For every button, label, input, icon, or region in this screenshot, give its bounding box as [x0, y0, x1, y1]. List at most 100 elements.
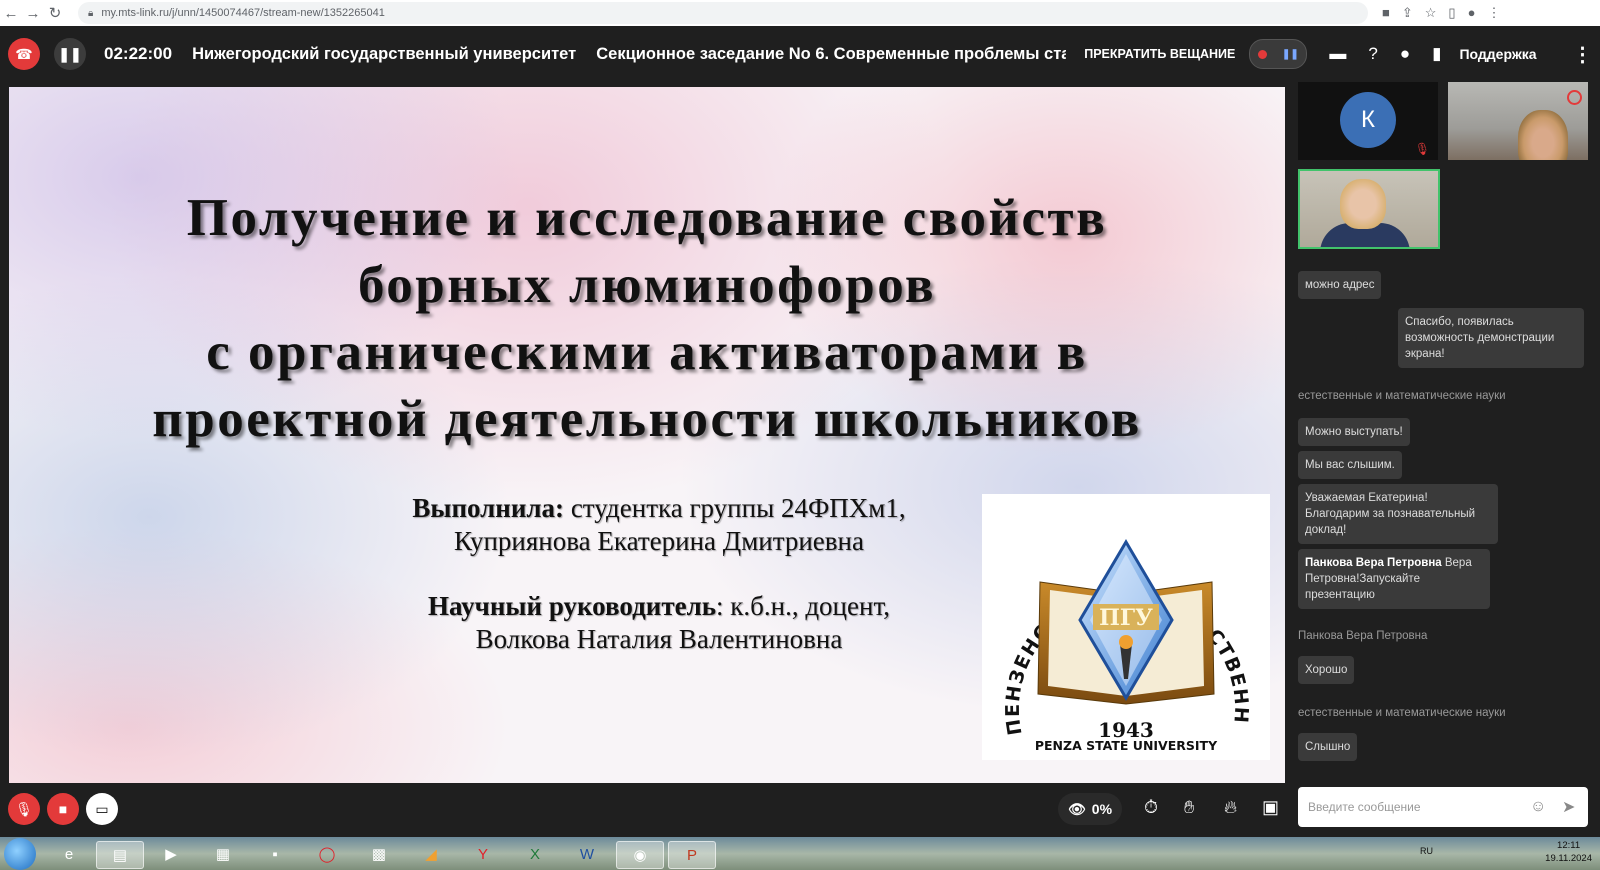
chat-mention: Панкова Вера Петровна — [1305, 557, 1442, 569]
pause-icon: ❚❚ — [58, 45, 82, 62]
slide-title: Получение и исследование свойств борных … — [9, 185, 1285, 453]
calculator-icon[interactable]: ▦ — [200, 841, 246, 867]
reaction-icon[interactable]: 🔥︎ — [1224, 797, 1237, 818]
bookmark-star-icon[interactable]: ☆ — [1425, 5, 1437, 21]
advisor-name: Волкова Наталия Валентиновна — [475, 624, 843, 654]
logo-english: PENZA STATE UNIVERSITY — [1035, 738, 1218, 753]
record-icon — [1257, 49, 1267, 59]
word-icon[interactable]: W — [564, 841, 610, 867]
browser-bar: ← → ↻ 🔒︎ my.mts-link.ru/j/unn/1450074467… — [0, 0, 1600, 26]
save-app-icon[interactable]: ▪ — [252, 841, 298, 867]
recording-indicator-icon — [1567, 90, 1582, 105]
chat-sender: Панкова Вера Петровна — [1298, 630, 1428, 642]
mic-off-icon: 🎙︎ — [1414, 142, 1430, 156]
media-player-icon[interactable]: ▶ — [148, 841, 194, 867]
app-icon[interactable]: ◢ — [408, 841, 454, 867]
emoji-icon[interactable]: ☺ — [1530, 798, 1546, 816]
chat-sender: естественные и математические науки — [1298, 390, 1506, 402]
advisor-label: Научный руководитель — [428, 591, 717, 621]
chat-message: Хорошо — [1298, 656, 1355, 684]
clock-date: 19.11.2024 — [1545, 853, 1592, 864]
speaker-video — [1340, 179, 1386, 229]
presentation-slide: Получение и исследование свойств борных … — [9, 87, 1285, 783]
camera-toggle-button[interactable]: ■ — [47, 793, 79, 825]
mic-off-icon: 🎙︎ — [15, 800, 33, 817]
profile-icon[interactable]: ● — [1468, 5, 1476, 21]
chat-message: Панкова Вера Петровна Вера Петровна!Запу… — [1298, 549, 1490, 609]
phone-hangup-icon: ☎ — [15, 45, 33, 62]
eye-icon: 👁︎ — [1068, 800, 1086, 817]
participant-video — [1518, 110, 1568, 160]
record-pause-icon: ❚❚ — [1282, 48, 1299, 60]
participants-icon[interactable]: ● — [1400, 44, 1410, 64]
timer-icon[interactable]: ⏱︎ — [1144, 797, 1158, 818]
address-bar[interactable]: 🔒︎ my.mts-link.ru/j/unn/1450074467/strea… — [78, 2, 1368, 24]
university-logo: ПЕНЗЕНСКИЙ ГОСУДАРСТВЕННЫЙ УНИВЕРСИТЕТ П… — [971, 476, 1270, 760]
advisor-text: : к.б.н., доцент, — [716, 591, 890, 621]
slide-title-line: с органическими активаторами в — [206, 323, 1088, 381]
author-label: Выполнила: — [412, 493, 565, 523]
clock-time: 12:11 — [1557, 840, 1581, 851]
chat-message: Уважаемая Екатерина! Благодарим за позна… — [1298, 484, 1498, 544]
excel-icon[interactable]: X — [512, 841, 558, 867]
bottom-controls: 🎙︎ ■ ▭ 👁︎ 0% ⏱︎ ✋︎ 🔥︎ ▣ — [0, 787, 1285, 837]
document-icon[interactable]: ▮ — [1432, 44, 1441, 64]
participant-tile-k[interactable]: К 🎙︎ — [1298, 82, 1438, 160]
participant-video-tile[interactable] — [1448, 82, 1588, 160]
slide-authors: Выполнила: студентка группы 24ФПХм1, Куп… — [299, 492, 1019, 656]
sidebar-icon[interactable]: ▯ — [1448, 5, 1455, 21]
support-link[interactable]: Поддержка — [1459, 46, 1536, 62]
powerpoint-icon[interactable]: P — [668, 841, 716, 869]
recording-control[interactable]: ❚❚ — [1249, 39, 1308, 69]
university-seal-icon: ПЕНЗЕНСКИЙ ГОСУДАРСТВЕННЫЙ УНИВЕРСИТЕТ П… — [971, 476, 1250, 753]
language-indicator[interactable]: RU — [1420, 846, 1433, 856]
ie-icon[interactable]: e — [46, 841, 92, 867]
explorer-icon[interactable]: ▤ — [96, 841, 144, 869]
message-input-placeholder: Введите сообщение — [1308, 800, 1421, 814]
chat-message: Слышно — [1298, 733, 1358, 761]
pause-button[interactable]: ❚❚ — [54, 38, 86, 70]
screen-share-button[interactable]: ▭ — [86, 793, 118, 825]
author-name: Куприянова Екатерина Дмитриевна — [454, 526, 864, 556]
hangup-button[interactable]: ☎ — [8, 38, 40, 70]
avatar: К — [1340, 92, 1396, 148]
message-input[interactable]: Введите сообщение ☺ ➤ — [1298, 787, 1588, 827]
chrome-icon[interactable]: ◉ — [616, 841, 664, 869]
yandex-browser-icon[interactable]: Y — [460, 841, 506, 867]
slide-title-line: Получение и исследование свойств — [186, 189, 1108, 247]
lock-icon: 🔒︎ — [88, 7, 94, 19]
stop-broadcast-button[interactable]: ПРЕКРАТИТЬ ВЕЩАНИЕ — [1084, 47, 1235, 61]
speaker-video-tile[interactable] — [1298, 169, 1440, 249]
share-icon[interactable]: ⇪ — [1402, 5, 1413, 21]
send-icon[interactable]: ➤ — [1562, 797, 1575, 817]
reload-icon[interactable]: ↻ — [44, 4, 66, 22]
camera-icon[interactable]: ■ — [1382, 5, 1390, 21]
url-text: my.mts-link.ru/j/unn/1450074467/stream-n… — [101, 7, 385, 19]
os-taskbar: e ▤ ▶ ▦ ▪ ◯ ▩ ◢ Y X W ◉ P RU 12:11 19.11… — [0, 837, 1600, 870]
session-timer: 02:22:00 — [104, 44, 173, 63]
views-counter: 👁︎ 0% — [1058, 793, 1123, 825]
more-options-icon[interactable]: ⋮ — [1573, 42, 1593, 67]
back-icon[interactable]: ← — [0, 5, 22, 22]
mic-toggle-button[interactable]: 🎙︎ — [8, 793, 40, 825]
slide-title-line: борных люминофоров — [357, 256, 937, 314]
raise-hand-icon[interactable]: ✋︎ — [1184, 797, 1194, 818]
system-clock[interactable]: 12:11 19.11.2024 — [1545, 839, 1592, 865]
chat-sender: естественные и математические науки — [1298, 707, 1506, 719]
question-icon[interactable]: ? — [1368, 44, 1377, 64]
chat-message: можно адрес — [1298, 271, 1382, 299]
forward-icon[interactable]: → — [22, 5, 44, 22]
logo-abbr: ПГУ — [1099, 605, 1153, 631]
webinar-topbar: ☎ ❚❚ 02:22:00 Нижегородский государствен… — [0, 26, 1600, 82]
chat-icon[interactable]: ▬ — [1329, 44, 1346, 64]
chat-message: Мы вас слышим. — [1298, 451, 1402, 479]
slide-title-line: проектной деятельности школьников — [152, 390, 1142, 448]
browser-menu-icon[interactable]: ⋮ — [1487, 5, 1500, 21]
organization-title: Нижегородский государственный университе… — [192, 44, 577, 63]
opera-icon[interactable]: ◯ — [304, 841, 350, 867]
layout-icon[interactable]: ▣ — [1262, 797, 1279, 818]
start-button[interactable] — [4, 838, 36, 870]
screen-share-icon: ▭ — [95, 800, 109, 817]
clapper-app-icon[interactable]: ▩ — [356, 841, 402, 867]
chat-message: Можно выступать! — [1298, 418, 1410, 446]
